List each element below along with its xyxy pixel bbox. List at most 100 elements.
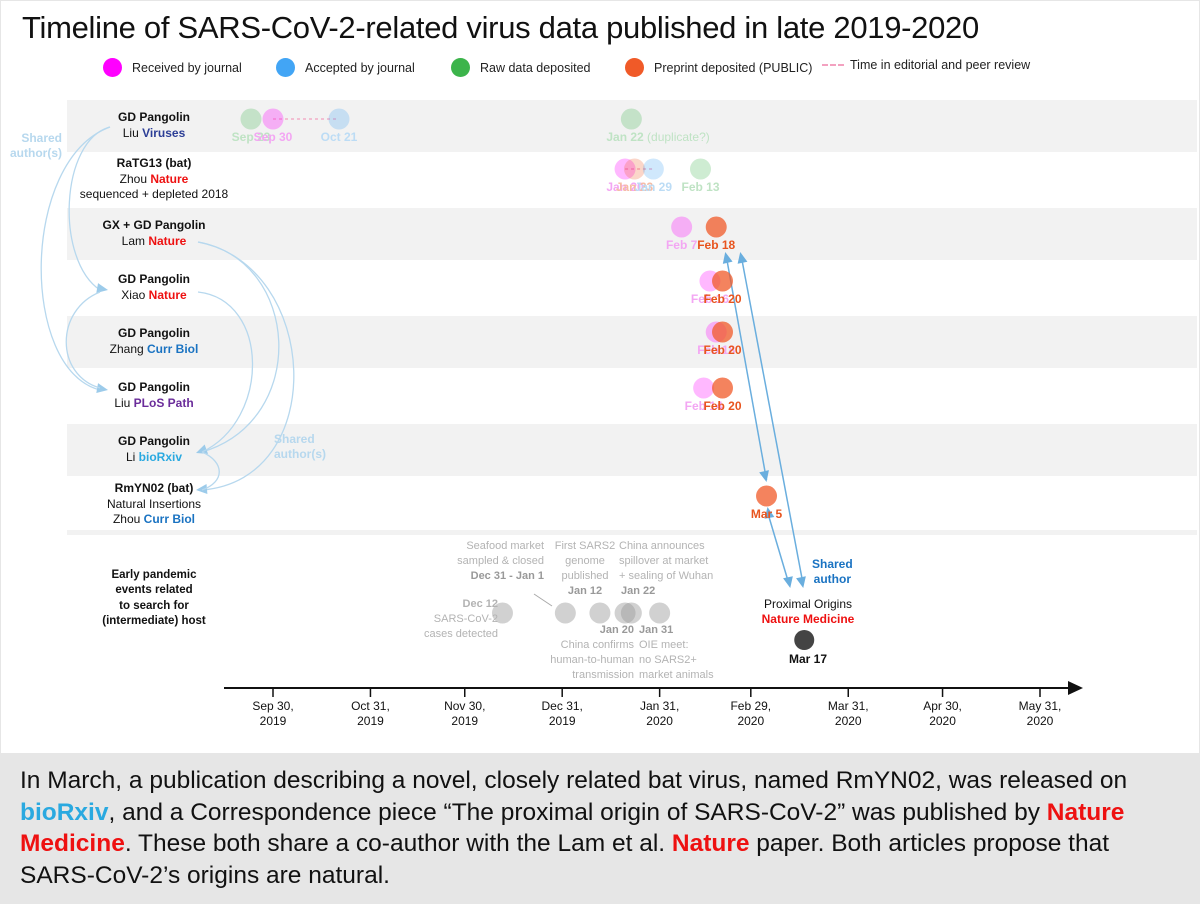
row-label-7: RmYN02 (bat) Natural Insertions Zhou Cur… (54, 481, 254, 528)
tick-label: 2020 (1027, 714, 1054, 728)
row-journal: Nature (148, 287, 187, 302)
point-label: Feb 20 (704, 292, 742, 306)
point-preprint (712, 321, 734, 343)
point-label-suffix: (duplicate?) (644, 130, 710, 144)
event-jan20: Jan 20 China confirms human-to-human tra… (536, 623, 634, 683)
x-axis: Sep 30,2019Oct 31,2019Nov 30,2019Dec 31,… (224, 681, 1083, 728)
publication-name: Proximal Origins (763, 597, 853, 611)
event-date: Jan 12 (567, 585, 603, 597)
row-author: Lam (121, 233, 145, 248)
event-text: cases detected (424, 628, 498, 640)
event-jan22: China announces spillover at market + se… (619, 539, 729, 599)
row-author: Zhou (119, 171, 147, 186)
row-virus: GD Pangolin (118, 272, 190, 286)
point-received (671, 216, 693, 238)
proximal-date-label: Mar 17 (788, 652, 828, 666)
tick-label: Nov 30, (444, 699, 485, 713)
event-text: market animals (639, 669, 714, 681)
point-preprint (712, 270, 734, 292)
row-label-0: GD Pangolin Liu Viruses (54, 110, 254, 141)
tick-label: Apr 30, (923, 699, 962, 713)
label-line: Shared (812, 557, 853, 571)
caption-biorxiv: bioRxiv (20, 798, 109, 826)
event-text: China announces (619, 540, 705, 552)
caption-nature: Nature (671, 830, 750, 857)
row-virus: GD Pangolin (118, 434, 190, 448)
point-received (262, 108, 284, 130)
row-virus: GD Pangolin (118, 380, 190, 394)
point-label: Feb 20 (704, 399, 742, 413)
label-line: (intermediate) host (102, 614, 206, 627)
event-date: Dec 31 - Jan 1 (470, 570, 544, 582)
event-text: First SARS2 (554, 540, 616, 552)
point-label: Jan 22 (duplicate?) (606, 130, 709, 144)
point-preprint (756, 485, 778, 507)
row-journal: Curr Biol (147, 341, 199, 356)
tick-label: 2019 (451, 714, 478, 728)
label-line: Early pandemic (111, 569, 197, 581)
row-author: Liu (122, 125, 139, 140)
event-dec12: Dec 12 SARS-CoV-2 cases detected (410, 597, 498, 642)
row-journal: Nature (148, 233, 187, 248)
event-text: sampled & closed (457, 555, 544, 567)
shared-authors-label-middle: Shared author(s) (274, 432, 326, 462)
row-label-3: GD Pangolin Xiao Nature (54, 272, 254, 303)
point-preprint (712, 377, 734, 399)
point-accepted (642, 158, 664, 180)
row-label-2: GX + GD Pangolin Lam Nature (54, 218, 254, 249)
shared-author-link (740, 255, 804, 586)
event-text: genome (565, 555, 605, 567)
point-label: Jan 29 (635, 180, 673, 194)
row-virus: RaTG13 (bat) (116, 156, 192, 170)
row-label-4: GD Pangolin Zhang Curr Biol (54, 326, 254, 357)
row-author: Zhang (109, 341, 144, 356)
point-preprint (705, 216, 727, 238)
event-text: OIE meet: (639, 639, 689, 651)
event-text: SARS-CoV-2 (433, 613, 498, 625)
row-label-5: GD Pangolin Liu PLoS Path (54, 380, 254, 411)
label-line: events related (115, 584, 193, 597)
event-text: spillover at market (619, 555, 709, 567)
caption-text: In March, a publication describing a nov… (20, 765, 1190, 891)
row-virus: GX + GD Pangolin (102, 218, 206, 232)
point-accepted (328, 108, 350, 130)
label-line: author(s) (274, 447, 326, 461)
event-point (649, 602, 671, 624)
row-virus: GD Pangolin (118, 110, 190, 124)
row-journal: Curr Biol (143, 512, 196, 526)
label-line: author(s) (10, 146, 62, 160)
point-label: Feb 20 (704, 343, 742, 357)
row-label-6: GD Pangolin Li bioRxiv (54, 434, 254, 465)
caption-part: , and a Correspondence piece “The proxim… (108, 798, 1047, 826)
tick-label: 2020 (929, 714, 956, 728)
caption-panel: In March, a publication describing a nov… (0, 753, 1200, 904)
event-date: Jan 22 (621, 585, 656, 597)
row-journal: PLoS Path (133, 395, 194, 410)
shared-authors-label-left: Shared author(s) (8, 131, 62, 161)
shared-author-link (766, 511, 790, 586)
row-virus: RmYN02 (bat) (114, 481, 194, 495)
event-jan31: Jan 31 OIE meet: no SARS2+ market animal… (639, 623, 729, 683)
label-line: to search for (119, 599, 189, 612)
event-date: Dec 12 (462, 598, 498, 610)
row-label-1: RaTG13 (bat) Zhou Nature sequenced + dep… (54, 156, 254, 203)
event-point (620, 602, 642, 624)
row-author: Xiao (121, 287, 146, 302)
row-author: Zhou (112, 512, 141, 526)
tick-label: 2020 (646, 714, 673, 728)
caption-part: In March, a publication describing a nov… (20, 767, 1128, 794)
row-note: Natural Insertions (106, 496, 202, 511)
event-text: transmission (572, 669, 634, 681)
event-date: Jan 20 (599, 624, 634, 636)
tick-label: May 31, (1019, 699, 1062, 713)
point-raw (620, 108, 642, 130)
tick-label: Dec 31, (542, 699, 583, 713)
point-preprint (623, 158, 645, 180)
caption-part: . These both share a co-author with the … (124, 830, 672, 857)
tick-label: 2020 (737, 714, 764, 728)
event-dec31: Seafood market sampled & closed Dec 31 -… (440, 539, 544, 584)
publication-point (794, 630, 815, 650)
row-separator (67, 530, 1197, 535)
row-journal: Viruses (142, 125, 186, 140)
event-date: Jan 31 (639, 624, 674, 636)
